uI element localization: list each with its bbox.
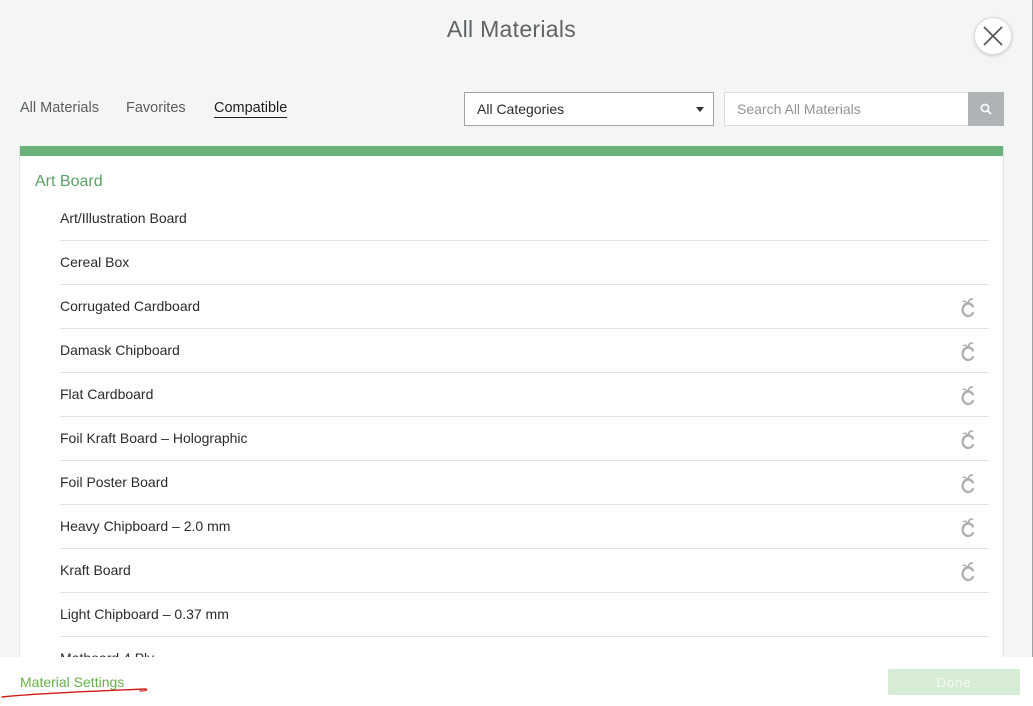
material-row[interactable]: Foil Poster Board [60,461,989,505]
material-row[interactable]: Heavy Chipboard – 2.0 mm [60,505,989,549]
material-label: Art/Illustration Board [60,210,187,226]
material-row[interactable]: Corrugated Cardboard [60,285,989,329]
category-heading: Art Board [35,173,103,190]
search-icon [980,103,992,115]
material-list: Art/Illustration Board Cereal Box Corrugat… [60,197,989,665]
cricut-c-icon [960,560,976,582]
tab-compatible[interactable]: Compatible [214,100,288,118]
cricut-c-icon [960,384,976,406]
material-label: Foil Kraft Board – Holographic [60,430,248,446]
dialog-footer: Material Settings Done [0,657,1033,706]
material-label: Heavy Chipboard – 2.0 mm [60,518,231,534]
dialog-title: All Materials [446,16,577,42]
material-row[interactable]: Flat Cardboard [60,373,989,417]
category-select[interactable]: All Categories [464,92,714,126]
material-row[interactable]: Damask Chipboard [60,329,989,373]
search-input[interactable] [724,92,968,126]
material-label: Light Chipboard – 0.37 mm [60,606,229,622]
material-label: Corrugated Cardboard [60,298,201,314]
cricut-c-icon [960,516,976,538]
cricut-c-icon [960,340,976,362]
material-row[interactable]: Kraft Board [60,549,989,593]
category-select-value: All Categories [477,101,565,117]
material-label: Damask Chipboard [60,342,180,358]
material-label: Foil Poster Board [60,474,169,490]
close-icon [983,26,1003,46]
caret-down-icon [696,107,704,112]
tab-favorites[interactable]: Favorites [126,100,186,116]
material-row[interactable]: Cereal Box [60,241,989,285]
search-button[interactable] [968,92,1004,126]
material-row[interactable]: Art/Illustration Board [60,197,989,241]
category-color-bar [20,146,1003,156]
cricut-c-icon [960,296,976,318]
cricut-c-icon [960,428,976,450]
done-button[interactable]: Done [888,669,1020,695]
material-row[interactable]: Light Chipboard – 0.37 mm [60,593,989,637]
close-button[interactable] [974,17,1012,55]
materials-panel: Art Board Art/Illustration Board Cereal B… [19,146,1004,666]
material-label: Flat Cardboard [60,386,154,402]
tab-all-materials[interactable]: All Materials [20,100,99,116]
cricut-c-icon [960,472,976,494]
material-row[interactable]: Foil Kraft Board – Holographic [60,417,989,461]
material-label: Kraft Board [60,562,131,578]
annotation-underline [1,688,148,698]
material-label: Cereal Box [60,254,130,270]
